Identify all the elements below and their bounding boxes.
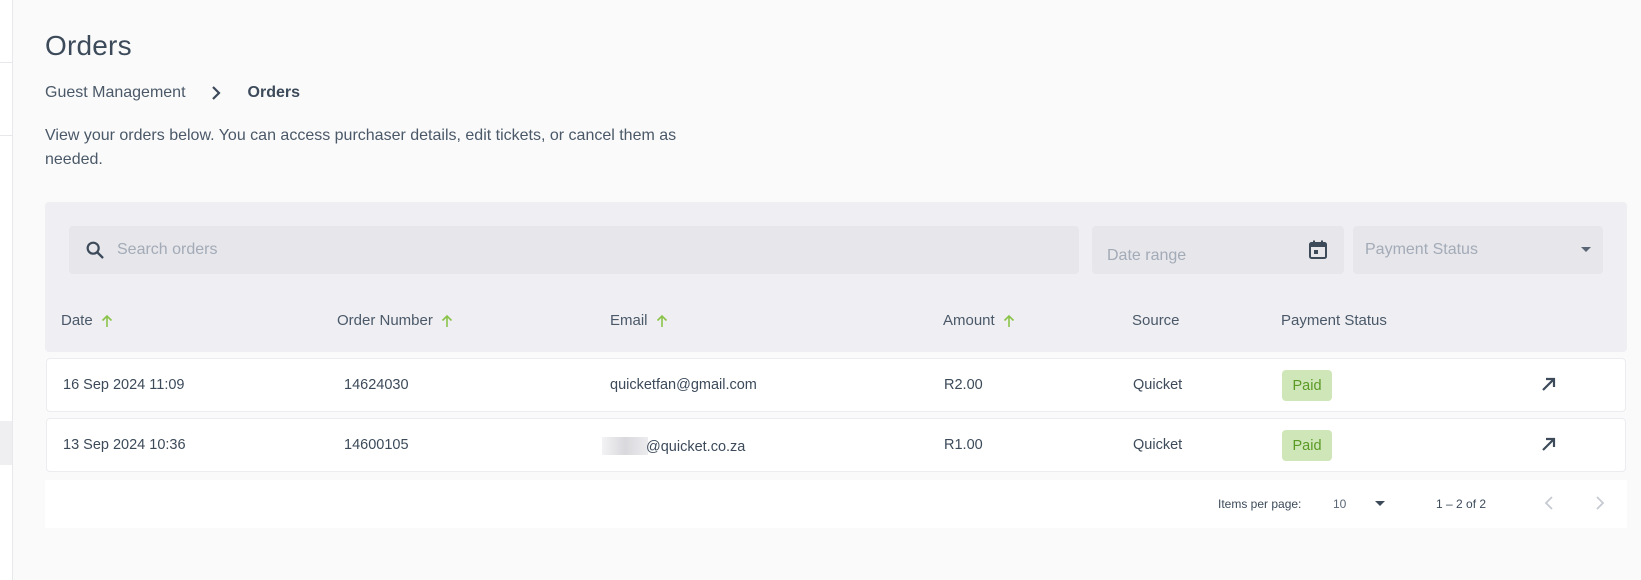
column-label: Date [61, 312, 93, 329]
arrow-north-east-icon[interactable] [1539, 434, 1559, 454]
column-header-date[interactable]: Date [61, 312, 113, 329]
cell-date: 16 Sep 2024 11:09 [63, 377, 185, 393]
paginator: Items per page: 10 1 – 2 of 2 [45, 480, 1627, 528]
status-badge: Paid [1282, 430, 1332, 461]
dropdown-caret-icon [1581, 247, 1591, 252]
column-header-email[interactable]: Email [610, 312, 668, 329]
cell-order-number: 14600105 [344, 437, 409, 453]
items-per-page-label: Items per page: [1218, 497, 1302, 511]
search-icon [83, 238, 107, 262]
payment-status-select[interactable]: Payment Status [1353, 226, 1603, 274]
breadcrumb: Guest Management Orders [45, 84, 300, 102]
column-label: Source [1132, 312, 1180, 329]
search-field[interactable] [69, 226, 1079, 274]
payment-status-placeholder: Payment Status [1365, 241, 1478, 258]
orders-panel: Date range Payment Status Date Order Num… [45, 202, 1627, 352]
column-label: Order Number [337, 312, 433, 329]
cell-date: 13 Sep 2024 10:36 [63, 437, 186, 453]
table-row[interactable]: 13 Sep 2024 10:36 14600105 @quicket.co.z… [46, 418, 1626, 472]
table-header: Date Order Number Email Amount Source Pa… [45, 312, 1627, 336]
page-description: View your orders below. You can access p… [45, 127, 677, 168]
sort-arrow-up-icon [656, 314, 668, 328]
dropdown-caret-icon[interactable] [1375, 501, 1385, 506]
sort-arrow-up-icon [101, 314, 113, 328]
column-header-order-number[interactable]: Order Number [337, 312, 453, 329]
breadcrumb-orders: Orders [247, 84, 300, 101]
status-badge: Paid [1282, 370, 1332, 401]
column-header-source: Source [1132, 312, 1180, 329]
page-range-label: 1 – 2 of 2 [1436, 497, 1487, 511]
column-label: Amount [943, 312, 995, 329]
calendar-icon[interactable] [1306, 238, 1330, 262]
table-row[interactable]: 16 Sep 2024 11:09 14624030 quicketfan@gm… [46, 358, 1626, 412]
column-label: Email [610, 312, 648, 329]
column-label: Payment Status [1281, 312, 1387, 329]
cell-amount: R1.00 [944, 437, 983, 453]
sort-arrow-up-icon [1003, 314, 1015, 328]
arrow-north-east-icon[interactable] [1539, 374, 1559, 394]
side-nav-rail [0, 0, 13, 580]
chevron-right-icon[interactable] [1590, 494, 1608, 512]
cell-email-text: @quicket.co.za [646, 439, 746, 455]
chevron-right-icon [210, 85, 222, 101]
side-nav-divider [0, 135, 12, 136]
side-nav-selected-item[interactable] [0, 421, 12, 465]
search-input[interactable] [117, 241, 1017, 259]
cell-email: quicketfan@gmail.com [610, 377, 757, 393]
redacted-region [602, 437, 648, 455]
items-per-page-select[interactable]: 10 [1333, 497, 1346, 511]
cell-source: Quicket [1133, 437, 1183, 453]
column-header-payment-status: Payment Status [1281, 312, 1387, 329]
chevron-left-icon[interactable] [1541, 494, 1559, 512]
cell-amount: R2.00 [944, 377, 983, 393]
date-range-field[interactable]: Date range [1092, 226, 1344, 274]
sort-arrow-up-icon [441, 314, 453, 328]
column-header-amount[interactable]: Amount [943, 312, 1015, 329]
date-range-placeholder: Date range [1107, 247, 1187, 264]
page-title: Orders [45, 30, 132, 61]
cell-email: @quicket.co.za [602, 437, 746, 455]
breadcrumb-guest-management[interactable]: Guest Management [45, 84, 186, 102]
cell-source: Quicket [1133, 377, 1183, 393]
side-nav-divider [0, 62, 12, 63]
cell-order-number: 14624030 [344, 377, 409, 393]
